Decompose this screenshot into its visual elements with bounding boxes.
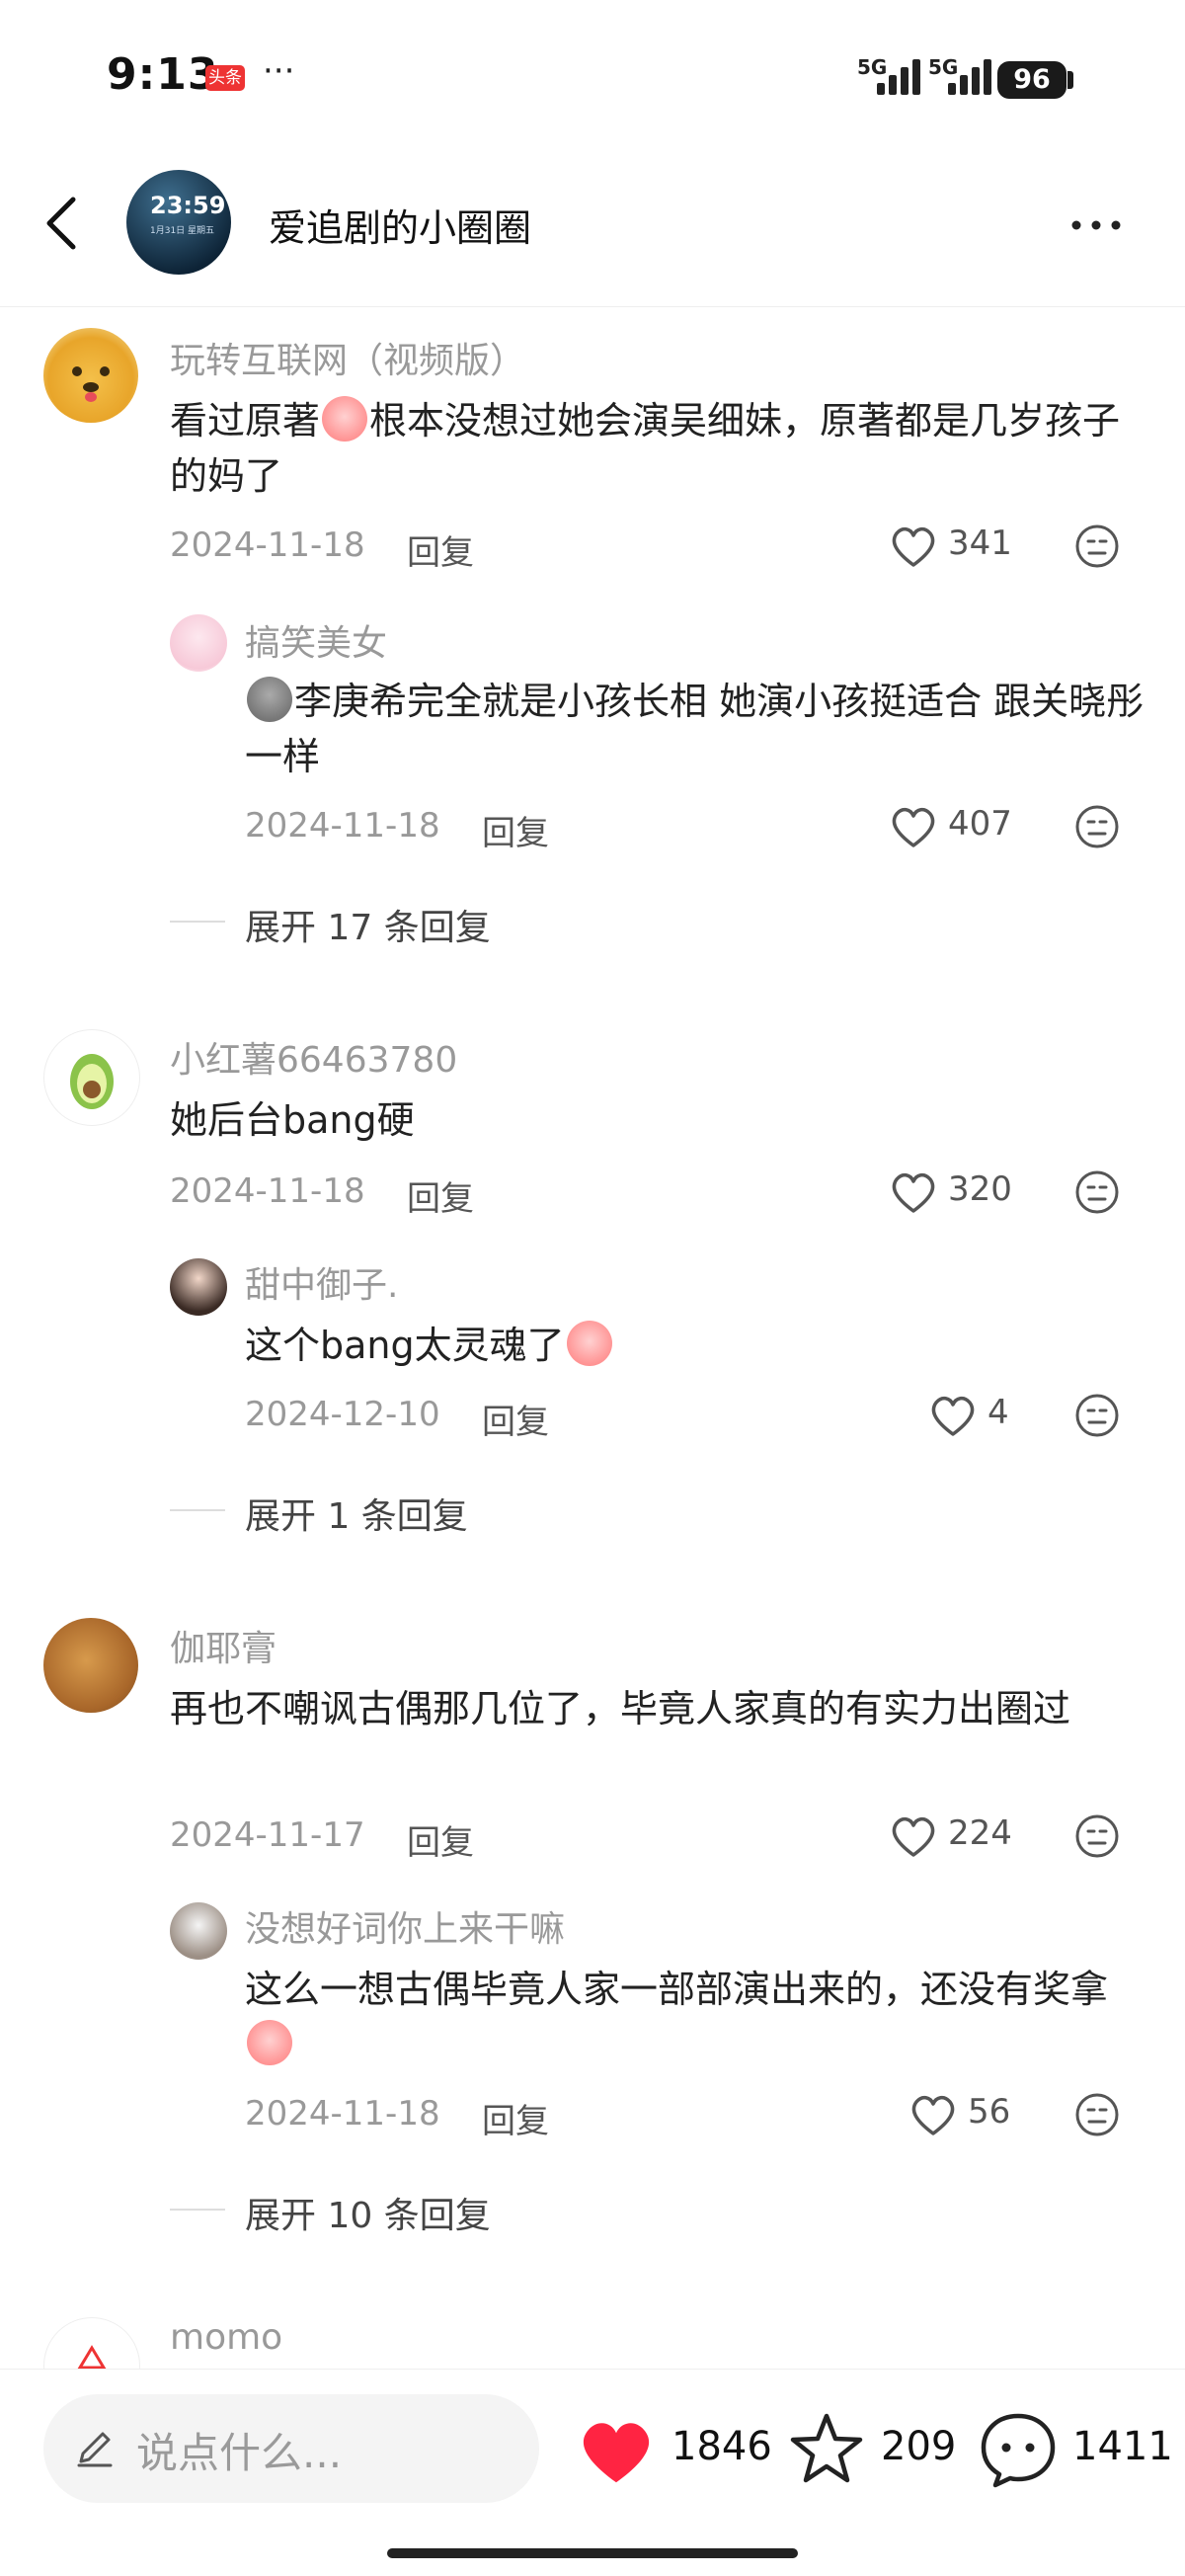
reply-button[interactable]: 回复 xyxy=(407,1171,474,1220)
reply-button[interactable]: 回复 xyxy=(482,1395,549,1443)
like-count: 320 xyxy=(948,1169,1012,1209)
expand-replies-button[interactable]: 展开 1 条回复 xyxy=(245,1488,468,1539)
like-button[interactable]: 341 xyxy=(889,522,1027,571)
app-notification-badge: 头条 xyxy=(205,65,245,91)
battery-icon: 96 xyxy=(997,61,1066,99)
reply-text: 这个bang太灵魂了 xyxy=(245,1318,1153,1373)
back-arrow-icon[interactable] xyxy=(40,194,89,253)
post-like-count: 1846 xyxy=(672,2424,772,2469)
reply-button[interactable]: 回复 xyxy=(407,525,474,574)
reply-button[interactable]: 回复 xyxy=(482,806,549,854)
reply-text-part: 这个bang太灵魂了 xyxy=(245,1324,565,1367)
heart-outline-icon xyxy=(892,1816,935,1857)
signal-icon: 5G xyxy=(857,55,920,95)
bottom-divider xyxy=(0,2369,1185,2370)
heart-outline-icon xyxy=(892,807,935,847)
like-count: 341 xyxy=(948,523,1012,563)
reply-text-part: 这么一想古偶毕竟人家一部部演出来的，还没有奖拿 xyxy=(245,1968,1109,2011)
like-button[interactable]: 407 xyxy=(889,802,1027,851)
dislike-face-icon[interactable] xyxy=(1074,523,1120,569)
signal-icon-2: 5G xyxy=(928,55,991,95)
reply-date: 2024-12-10 xyxy=(245,1395,440,1434)
crying-emoji-icon xyxy=(247,2020,292,2065)
avatar[interactable] xyxy=(170,614,227,672)
comment-date: 2024-11-17 xyxy=(170,1815,365,1855)
avatar[interactable] xyxy=(170,1258,227,1316)
home-indicator[interactable] xyxy=(387,2548,798,2558)
heart-outline-icon xyxy=(911,2095,955,2135)
like-count: 224 xyxy=(948,1813,1012,1853)
comment-username[interactable]: momo xyxy=(170,2317,282,2358)
pencil-icon xyxy=(77,2432,113,2467)
comment-username[interactable]: 伽耶膏 xyxy=(170,1620,276,1671)
like-button[interactable]: 224 xyxy=(889,1811,1027,1861)
comment-bubble-icon[interactable] xyxy=(978,2408,1059,2489)
like-count: 56 xyxy=(968,2092,1011,2132)
comment-text: 看过原著 根本没想过她会演吴细妹，原著都是几岁孩子的妈了 xyxy=(170,393,1147,504)
page-title[interactable]: 爱追剧的小圈圈 xyxy=(269,198,531,252)
group-avatar[interactable]: 23:59 1月31日 星期五 xyxy=(126,170,231,275)
more-options-icon[interactable] xyxy=(1066,205,1126,245)
avatar[interactable] xyxy=(43,1618,138,1713)
reply-text-part: 李庚希完全就是小孩长相 她演小孩挺适合 跟关晓彤一样 xyxy=(245,680,1145,778)
comment-text: 她后台bang硬 xyxy=(170,1098,415,1142)
dislike-face-icon[interactable] xyxy=(1074,1393,1120,1438)
like-button[interactable]: 56 xyxy=(908,2090,1027,2139)
avatar-clock-text: 23:59 xyxy=(150,192,226,219)
header-divider xyxy=(0,306,1185,307)
heart-outline-icon xyxy=(892,526,935,567)
dislike-face-icon[interactable] xyxy=(1074,2092,1120,2137)
avatar[interactable] xyxy=(43,328,138,423)
like-count: 407 xyxy=(948,804,1012,844)
battery-tip xyxy=(1067,71,1073,89)
heart-filled-icon[interactable] xyxy=(577,2416,656,2487)
expand-replies-button[interactable]: 展开 17 条回复 xyxy=(245,899,491,950)
gray-face-emoji-icon xyxy=(247,677,292,722)
comment-input-placeholder[interactable]: 说点什么... xyxy=(136,2420,342,2480)
reply-date: 2024-11-18 xyxy=(245,806,440,845)
reply-username[interactable]: 甜中御子. xyxy=(245,1256,398,1308)
signal-label-2: 5G xyxy=(928,55,959,79)
comment-date: 2024-11-18 xyxy=(170,525,365,565)
post-comment-count: 1411 xyxy=(1072,2424,1173,2469)
like-button[interactable]: 4 xyxy=(928,1391,1027,1440)
post-star-count: 209 xyxy=(881,2424,957,2469)
comment-date: 2024-11-18 xyxy=(170,1171,365,1211)
avatar[interactable] xyxy=(170,1902,227,1960)
avatar-date-text: 1月31日 星期五 xyxy=(150,226,215,236)
heart-outline-icon xyxy=(931,1396,975,1436)
comment-username[interactable]: 玩转互联网（视频版） xyxy=(170,332,525,383)
like-count: 4 xyxy=(988,1393,1009,1432)
status-time: 9:13 xyxy=(107,49,219,100)
reply-text: 李庚希完全就是小孩长相 她演小孩挺适合 跟关晓彤一样 xyxy=(245,674,1153,784)
expand-replies-button[interactable]: 展开 10 条回复 xyxy=(245,2187,491,2238)
comment-username[interactable]: 小红薯66463780 xyxy=(170,1031,457,1083)
dislike-face-icon[interactable] xyxy=(1074,1169,1120,1215)
reply-username[interactable]: 没想好词你上来干嘛 xyxy=(245,1900,565,1952)
dislike-face-icon[interactable] xyxy=(1074,1813,1120,1859)
expand-divider xyxy=(170,1509,225,1511)
comment-text-part: 看过原著 xyxy=(170,399,321,443)
crying-emoji-icon xyxy=(566,1321,612,1366)
reply-username[interactable]: 搞笑美女 xyxy=(245,614,387,666)
comment-text: 再也不嘲讽古偶那几位了，毕竟人家真的有实力出圈过 xyxy=(170,1687,1071,1731)
reply-text: 这么一想古偶毕竟人家一部部演出来的，还没有奖拿 xyxy=(245,1962,1153,2072)
expand-divider xyxy=(170,921,225,923)
reply-button[interactable]: 回复 xyxy=(407,1815,474,1864)
expand-divider xyxy=(170,2209,225,2211)
heart-outline-icon xyxy=(892,1172,935,1213)
reply-date: 2024-11-18 xyxy=(245,2094,440,2133)
reply-button[interactable]: 回复 xyxy=(482,2094,549,2142)
avatar[interactable] xyxy=(43,1029,140,1126)
like-button[interactable]: 320 xyxy=(889,1167,1027,1217)
star-icon[interactable] xyxy=(788,2410,865,2487)
dislike-face-icon[interactable] xyxy=(1074,804,1120,849)
more-notifications-icon: ··· xyxy=(263,51,295,91)
signal-label: 5G xyxy=(857,55,888,79)
crying-emoji-icon xyxy=(322,396,368,442)
